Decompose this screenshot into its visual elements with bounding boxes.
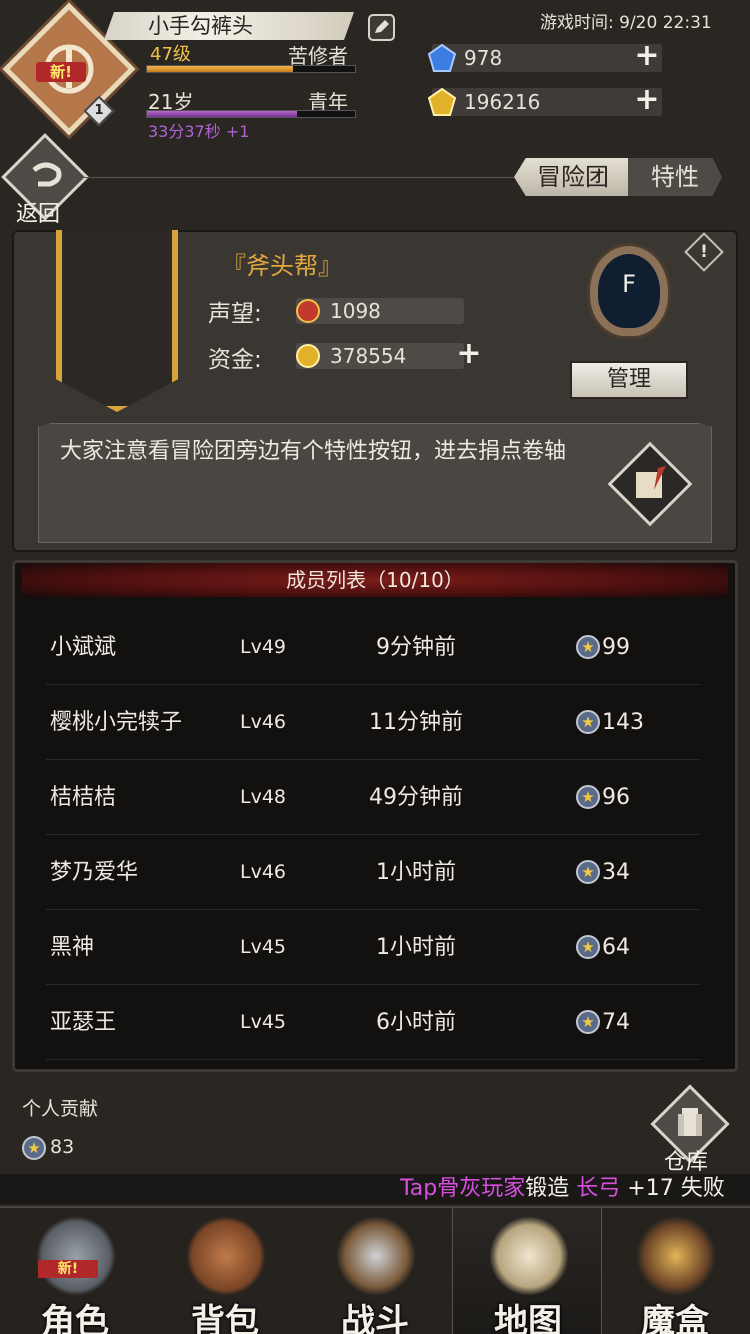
age-bar-fill [147,111,297,117]
edit-name-icon[interactable] [368,14,395,41]
ticker-player: Tap骨灰玩家 [400,1176,526,1201]
member-level: Lv49 [240,636,287,658]
member-last-seen: 49分钟前 [369,785,463,810]
nav-map-label: 地图 [494,1302,562,1334]
nav-bag[interactable]: 背包 [150,1208,300,1334]
warehouse-tower-icon [678,1108,702,1136]
member-contribution: 143 [602,710,644,735]
new-badge: 新! [36,62,86,82]
exp-bar [146,65,356,73]
age-bar [146,110,356,118]
member-contribution: 34 [602,860,630,885]
star-coin-icon: ★ [576,635,600,659]
member-row[interactable]: 梦乃爱华 Lv46 1小时前 ★ 34 [46,835,700,910]
nav-map[interactable]: 地图 [452,1208,602,1334]
member-name: 黑神 [50,935,95,960]
magic-box-icon [636,1216,716,1296]
member-list-title: 成员列表（10/10） [286,568,464,592]
warehouse-button[interactable]: 仓库 [664,1144,708,1176]
member-contribution: 74 [602,1010,630,1035]
manage-button[interactable]: 管理 [570,361,688,399]
gold-gem-icon [427,87,457,116]
reputation-value: 1098 [330,299,381,323]
guild-crest-letter: F [622,270,636,298]
back-button[interactable]: 返回 [16,196,60,228]
member-name: 小斌斌 [50,635,117,660]
nav-character-label: 角色 [41,1302,109,1334]
member-level: Lv46 [240,711,287,733]
funds-label: 资金: [208,347,262,373]
info-icon-glyph: ! [700,242,708,262]
exp-bar-fill [147,66,293,72]
star-coin-icon: ★ [22,1136,46,1160]
member-row[interactable]: 樱桃小完犊子 Lv46 11分钟前 ★ 143 [46,685,700,760]
member-contribution: 64 [602,935,630,960]
tab-traits[interactable]: 特性 [628,158,722,196]
add-diamond-button[interactable]: + [634,41,660,71]
nav-battle[interactable]: 战斗 [300,1208,450,1334]
add-gold-button[interactable]: + [634,85,660,115]
star-coin-icon: ★ [576,935,600,959]
guild-notice-text: 大家注意看冒险团旁边有个特性按钮，进去捐点卷轴 [60,439,567,464]
guild-name: 『斧头帮』 [222,252,342,280]
nav-new-badge: 新! [38,1260,98,1278]
tab-adventure-group[interactable]: 冒险团 [514,158,632,196]
member-name: 亚瑟王 [50,1010,117,1035]
quill-scroll-icon [636,466,666,498]
ticker-text: Tap骨灰玩家锻造 长弓 +17 失败 [400,1174,725,1204]
member-last-seen: 9分钟前 [376,635,456,660]
reputation-label: 声望: [208,301,262,327]
member-level: Lv45 [240,936,287,958]
back-arrow-glyph-icon [32,162,62,187]
nav-battle-label: 战斗 [341,1302,409,1334]
star-coin-icon: ★ [576,785,600,809]
member-name: 桔桔桔 [50,785,117,810]
member-contribution: 99 [602,635,630,660]
funds-value: 378554 [330,344,407,368]
blue-gem-icon [427,43,457,72]
level-tag: 1 [94,103,104,118]
game-time: 游戏时间: 9/20 22:31 [540,13,712,33]
member-last-seen: 1小时前 [376,935,456,960]
member-last-seen: 1小时前 [376,860,456,885]
star-coin-icon: ★ [576,710,600,734]
star-coin-icon: ★ [576,860,600,884]
personal-contribution-label: 个人贡献 [22,1098,99,1120]
gold-coin-icon [296,344,320,368]
star-coin-icon: ★ [576,1010,600,1034]
player-level: 47级 [150,44,191,65]
nav-bag-label: 背包 [191,1302,259,1334]
member-name: 樱桃小完犊子 [50,710,183,735]
member-last-seen: 6小时前 [376,1010,456,1035]
member-level: Lv46 [240,861,287,883]
member-level: Lv45 [240,1011,287,1033]
map-scroll-icon [489,1216,569,1296]
nav-magic-box-label: 魔盒 [641,1302,709,1334]
member-row[interactable]: 亚瑟王 Lv45 6小时前 ★ 74 [46,985,700,1060]
diamond-count: 978 [464,46,503,70]
personal-contribution-value: 83 [50,1136,75,1158]
sword-shield-icon [336,1216,416,1296]
add-funds-button[interactable]: + [456,339,482,369]
backpack-icon [186,1216,266,1296]
member-row[interactable]: 桔桔桔 Lv48 49分钟前 ★ 96 [46,760,700,835]
gold-count: 196216 [464,90,541,114]
member-level: Lv48 [240,786,287,808]
member-name: 梦乃爱华 [50,860,139,885]
ticker-result: +17 失败 [627,1176,725,1201]
ticker-item: 长弓 [576,1176,621,1201]
nav-magic-box[interactable]: 魔盒 [600,1208,750,1334]
ticker-action: 锻造 [525,1176,570,1201]
guild-banner [56,230,178,412]
helmet-icon [36,1216,116,1296]
member-last-seen: 11分钟前 [369,710,463,735]
reputation-icon [296,299,320,323]
nav-character[interactable]: 新! 角色 [0,1208,150,1334]
player-name: 小手勾裤头 [148,14,253,38]
member-row[interactable]: 黑神 Lv45 1小时前 ★ 64 [46,910,700,985]
age-timer: 33分37秒 +1 [148,122,250,141]
member-contribution: 96 [602,785,630,810]
member-row[interactable]: 小斌斌 Lv49 9分钟前 ★ 99 [46,610,700,685]
header-divider [84,177,514,178]
